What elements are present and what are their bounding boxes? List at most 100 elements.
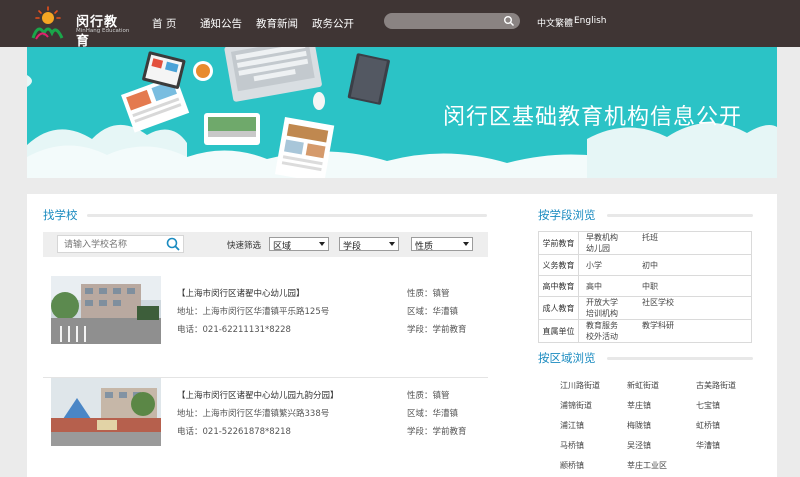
site-logo[interactable]: 闵行教育 MinHang Education <box>28 5 130 49</box>
search-icon[interactable] <box>503 15 515 27</box>
chevron-down-icon <box>389 242 395 246</box>
stage-option[interactable]: 中职 <box>642 281 698 292</box>
nature-value: 镇管 <box>432 289 450 299</box>
stage-option[interactable]: 校外活动 <box>586 331 642 342</box>
stage-option[interactable]: 教学科研 <box>642 320 698 331</box>
region-value: 华漕镇 <box>432 409 459 419</box>
region-select[interactable]: 区域 <box>269 237 329 252</box>
banner-title: 闵行区基础教育机构信息公开 <box>443 105 743 130</box>
by-region-title: 按区域浏览 <box>538 351 596 365</box>
stage-row: 义务教育 小学 初中 <box>538 254 752 276</box>
region-link[interactable]: 古美路街道 <box>696 380 736 391</box>
nav-home[interactable]: 首 页 <box>152 16 176 31</box>
stage-option[interactable]: 教育服务 <box>586 320 642 331</box>
find-school-title: 找学校 <box>43 208 78 222</box>
region-link[interactable]: 梅陇镇 <box>627 420 651 431</box>
region-select-value: 区域 <box>273 242 292 252</box>
region-label: 区域： <box>407 307 433 317</box>
hero-banner: 闵行区基础教育机构信息公开 <box>27 47 777 178</box>
school-address: 地址：上海市闵行区华漕镇繁兴路338号 <box>177 409 330 419</box>
region-link[interactable]: 马桥镇 <box>560 440 584 451</box>
stage-option[interactable]: 托班 <box>642 232 698 243</box>
stage-category: 高中教育 <box>538 275 579 297</box>
stage-options: 早教机构 托班幼儿园 <box>578 231 752 255</box>
stage-option[interactable]: 培训机构 <box>586 308 642 319</box>
stage-select[interactable]: 学段 <box>339 237 399 252</box>
logo-subtitle: MinHang Education <box>76 28 130 34</box>
nav-news[interactable]: 教育新闻 <box>256 16 298 31</box>
site-search <box>384 13 520 29</box>
region-link[interactable]: 七宝镇 <box>696 400 720 411</box>
stage-value: 学前教育 <box>432 325 467 335</box>
search-icon[interactable] <box>165 236 181 252</box>
chevron-down-icon <box>463 242 469 246</box>
by-region-divider <box>607 357 753 360</box>
quick-filter-label: 快速筛选 <box>227 241 262 251</box>
lang-english-link[interactable]: English <box>574 16 607 26</box>
stage-table: 学前教育 早教机构 托班幼儿园 义务教育 小学 初中 高中教育 高中 中职 成人教育 … <box>538 231 752 343</box>
nav-notices[interactable]: 通知公告 <box>200 16 242 31</box>
school-nature: 性质：镇管 <box>407 287 450 299</box>
stage-option[interactable]: 高中 <box>586 281 642 292</box>
school-nature: 性质：镇管 <box>407 389 450 401</box>
chevron-down-icon <box>319 242 325 246</box>
school-photo[interactable] <box>51 378 161 446</box>
lang-chinese-link[interactable]: 中文繁體 <box>537 16 573 29</box>
school-phone: 电话：021-62211131*8228 <box>177 325 291 335</box>
nature-label: 性质： <box>407 391 433 401</box>
stage-option[interactable]: 小学 <box>586 260 642 271</box>
stage-row: 学前教育 早教机构 托班幼儿园 <box>538 231 752 255</box>
stage-option[interactable]: 初中 <box>642 260 698 271</box>
stage-row: 直属单位 教育服务 教学科研校外活动 <box>538 319 752 343</box>
school-name[interactable]: 【上海市闵行区诸翟中心幼儿园九韵分园】 <box>177 389 339 401</box>
stage-options: 开放大学 社区学校培训机构 <box>578 296 752 320</box>
region-link[interactable]: 莘庄工业区 <box>627 460 667 471</box>
school-list-item[interactable]: 【上海市闵行区诸翟中心幼儿园】 地址：上海市闵行区华漕镇平乐路125号 电话：0… <box>43 276 488 378</box>
site-search-input[interactable] <box>392 15 502 27</box>
logo-mark-icon <box>31 6 64 40</box>
school-stage: 学段：学前教育 <box>407 323 467 335</box>
stage-category: 直属单位 <box>538 319 579 343</box>
find-school-divider <box>87 214 487 217</box>
nature-select-value: 性质 <box>415 242 434 252</box>
by-stage-title: 按学段浏览 <box>538 208 596 222</box>
stage-option[interactable]: 早教机构 <box>586 232 642 243</box>
stage-category: 成人教育 <box>538 296 579 320</box>
nature-label: 性质： <box>407 289 433 299</box>
filter-bar: 快速筛选 区域 学段 性质 <box>43 232 488 257</box>
stage-option[interactable]: 幼儿园 <box>586 243 642 254</box>
region-link[interactable]: 莘庄镇 <box>627 400 651 411</box>
region-link[interactable]: 颛桥镇 <box>560 460 584 471</box>
top-header: 闵行教育 MinHang Education 首 页 通知公告 教育新闻 政务公… <box>0 0 800 49</box>
stage-options: 教育服务 教学科研校外活动 <box>578 319 752 343</box>
school-region: 区域：华漕镇 <box>407 407 458 419</box>
stage-options: 小学 初中 <box>578 254 752 276</box>
nature-select[interactable]: 性质 <box>411 237 473 252</box>
stage-row: 高中教育 高中 中职 <box>538 275 752 297</box>
school-phone: 电话：021-52261878*8218 <box>177 427 291 437</box>
school-list-item[interactable]: 【上海市闵行区诸翟中心幼儿园九韵分园】 地址：上海市闵行区华漕镇繁兴路338号 … <box>43 378 488 477</box>
main-panel: 找学校 快速筛选 区域 学段 性质 <box>27 194 777 477</box>
region-label: 区域： <box>407 409 433 419</box>
school-search-input[interactable] <box>64 238 156 250</box>
nav-government[interactable]: 政务公开 <box>312 16 354 31</box>
stage-value: 学前教育 <box>432 427 467 437</box>
region-link[interactable]: 江川路街道 <box>560 380 600 391</box>
school-photo[interactable] <box>51 276 161 344</box>
stage-option[interactable]: 开放大学 <box>586 297 642 308</box>
region-link[interactable]: 浦江镇 <box>560 420 584 431</box>
region-link[interactable]: 浦锦街道 <box>560 400 592 411</box>
stage-label: 学段： <box>407 427 433 437</box>
region-link[interactable]: 华漕镇 <box>696 440 720 451</box>
stage-option[interactable]: 社区学校 <box>642 297 698 308</box>
region-link[interactable]: 新虹街道 <box>627 380 659 391</box>
region-link[interactable]: 虹桥镇 <box>696 420 720 431</box>
stage-category: 义务教育 <box>538 254 579 276</box>
stage-label: 学段： <box>407 325 433 335</box>
stage-row: 成人教育 开放大学 社区学校培训机构 <box>538 296 752 320</box>
school-name[interactable]: 【上海市闵行区诸翟中心幼儿园】 <box>177 287 305 299</box>
school-stage: 学段：学前教育 <box>407 425 467 437</box>
by-stage-divider <box>607 214 753 217</box>
school-region: 区域：华漕镇 <box>407 305 458 317</box>
region-link[interactable]: 吴泾镇 <box>627 440 651 451</box>
